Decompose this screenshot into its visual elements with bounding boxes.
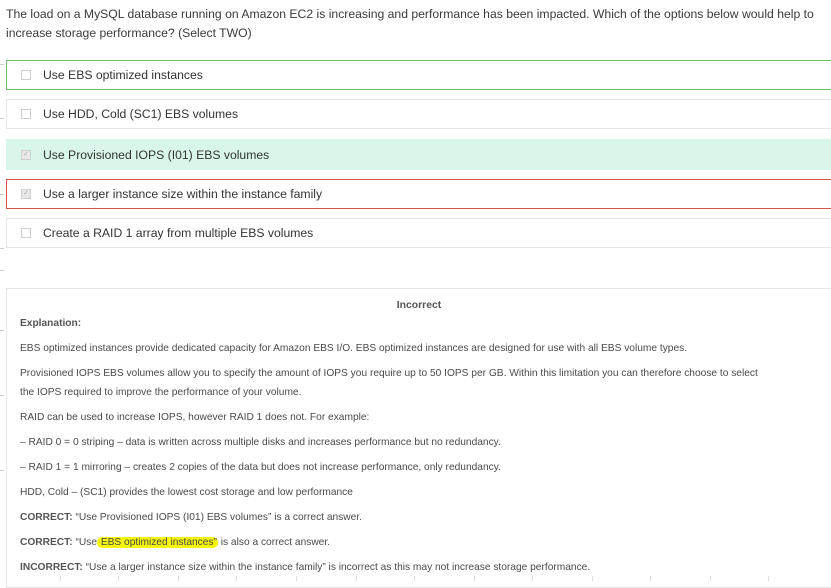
checkbox-checked-icon[interactable]: ✓ [21,149,31,160]
explanation-heading-text: Explanation: [20,318,82,329]
answer-option-3[interactable]: ✓ Use Provisioned IOPS (I01) EBS volumes [6,139,831,170]
edge-mark [0,194,4,195]
checkbox-checked-icon[interactable]: ✓ [21,189,31,199]
question-text: The load on a MySQL database running on … [6,7,814,40]
highlighted-text: EBS optimized instances” [96,537,218,548]
incorrect-answer-text: “Use a larger instance size within the i… [82,562,591,573]
correct-answer-line: CORRECT: “Use Provisioned IOPS (I01) EBS… [20,509,825,527]
result-status: Incorrect [396,300,442,311]
answer-option-5[interactable]: Create a RAID 1 array from multiple EBS … [6,218,831,248]
explanation-paragraph: HDD, Cold – (SC1) provides the lowest co… [20,487,353,498]
incorrect-label: INCORRECT: [20,562,83,573]
answer-option-label: Use Provisioned IOPS (I01) EBS volumes [43,147,270,162]
answer-option-label: Use HDD, Cold (SC1) EBS volumes [43,107,239,121]
edge-mark [0,395,4,396]
correct-answer-text: “Use [72,537,97,548]
explanation-paragraph: – RAID 0 = 0 striping – data is written … [20,437,501,448]
correct-answer-text: “Use Provisioned IOPS (I01) EBS volumes”… [72,512,362,523]
checkbox-icon[interactable] [21,70,31,80]
explanation-paragraph: EBS optimized instances provide dedicate… [20,343,688,354]
explanation-panel: Incorrect Explanation: EBS optimized ins… [6,288,831,588]
correct-label: CORRECT: [20,537,73,548]
correct-label: CORRECT: [20,512,73,523]
incorrect-answer-line: INCORRECT: “Use a larger instance size w… [20,559,825,577]
answer-option-2[interactable]: Use HDD, Cold (SC1) EBS volumes [6,99,831,129]
explanation-paragraph: Provisioned IOPS EBS volumes allow you t… [20,368,758,379]
answer-option-label: Create a RAID 1 array from multiple EBS … [43,226,314,240]
correct-answer-line: CORRECT: “Use EBS optimized instances” i… [20,534,825,552]
answer-option-label: Use EBS optimized instances [43,68,203,82]
explanation-heading: Explanation: [20,315,825,333]
checkbox-icon[interactable] [21,228,31,238]
explanation-paragraph: the IOPS required to improve the perform… [20,387,302,398]
answer-option-4[interactable]: ✓ Use a larger instance size within the … [6,179,831,209]
explanation-paragraph: – RAID 1 = 1 mirroring – creates 2 copie… [20,462,501,473]
correct-answer-text: is also a correct answer. [217,537,331,548]
explanation-paragraph: RAID can be used to increase IOPS, howev… [20,412,370,423]
edge-mark [0,248,4,249]
edge-mark [0,330,4,331]
bottom-ruler [0,576,831,581]
checkbox-icon[interactable] [21,109,31,119]
edge-mark [0,64,4,65]
edge-mark [0,270,4,271]
answer-option-label: Use a larger instance size within the in… [43,187,323,201]
answer-option-1[interactable]: Use EBS optimized instances [6,60,831,90]
edge-mark [0,470,4,471]
edge-mark [0,118,4,119]
